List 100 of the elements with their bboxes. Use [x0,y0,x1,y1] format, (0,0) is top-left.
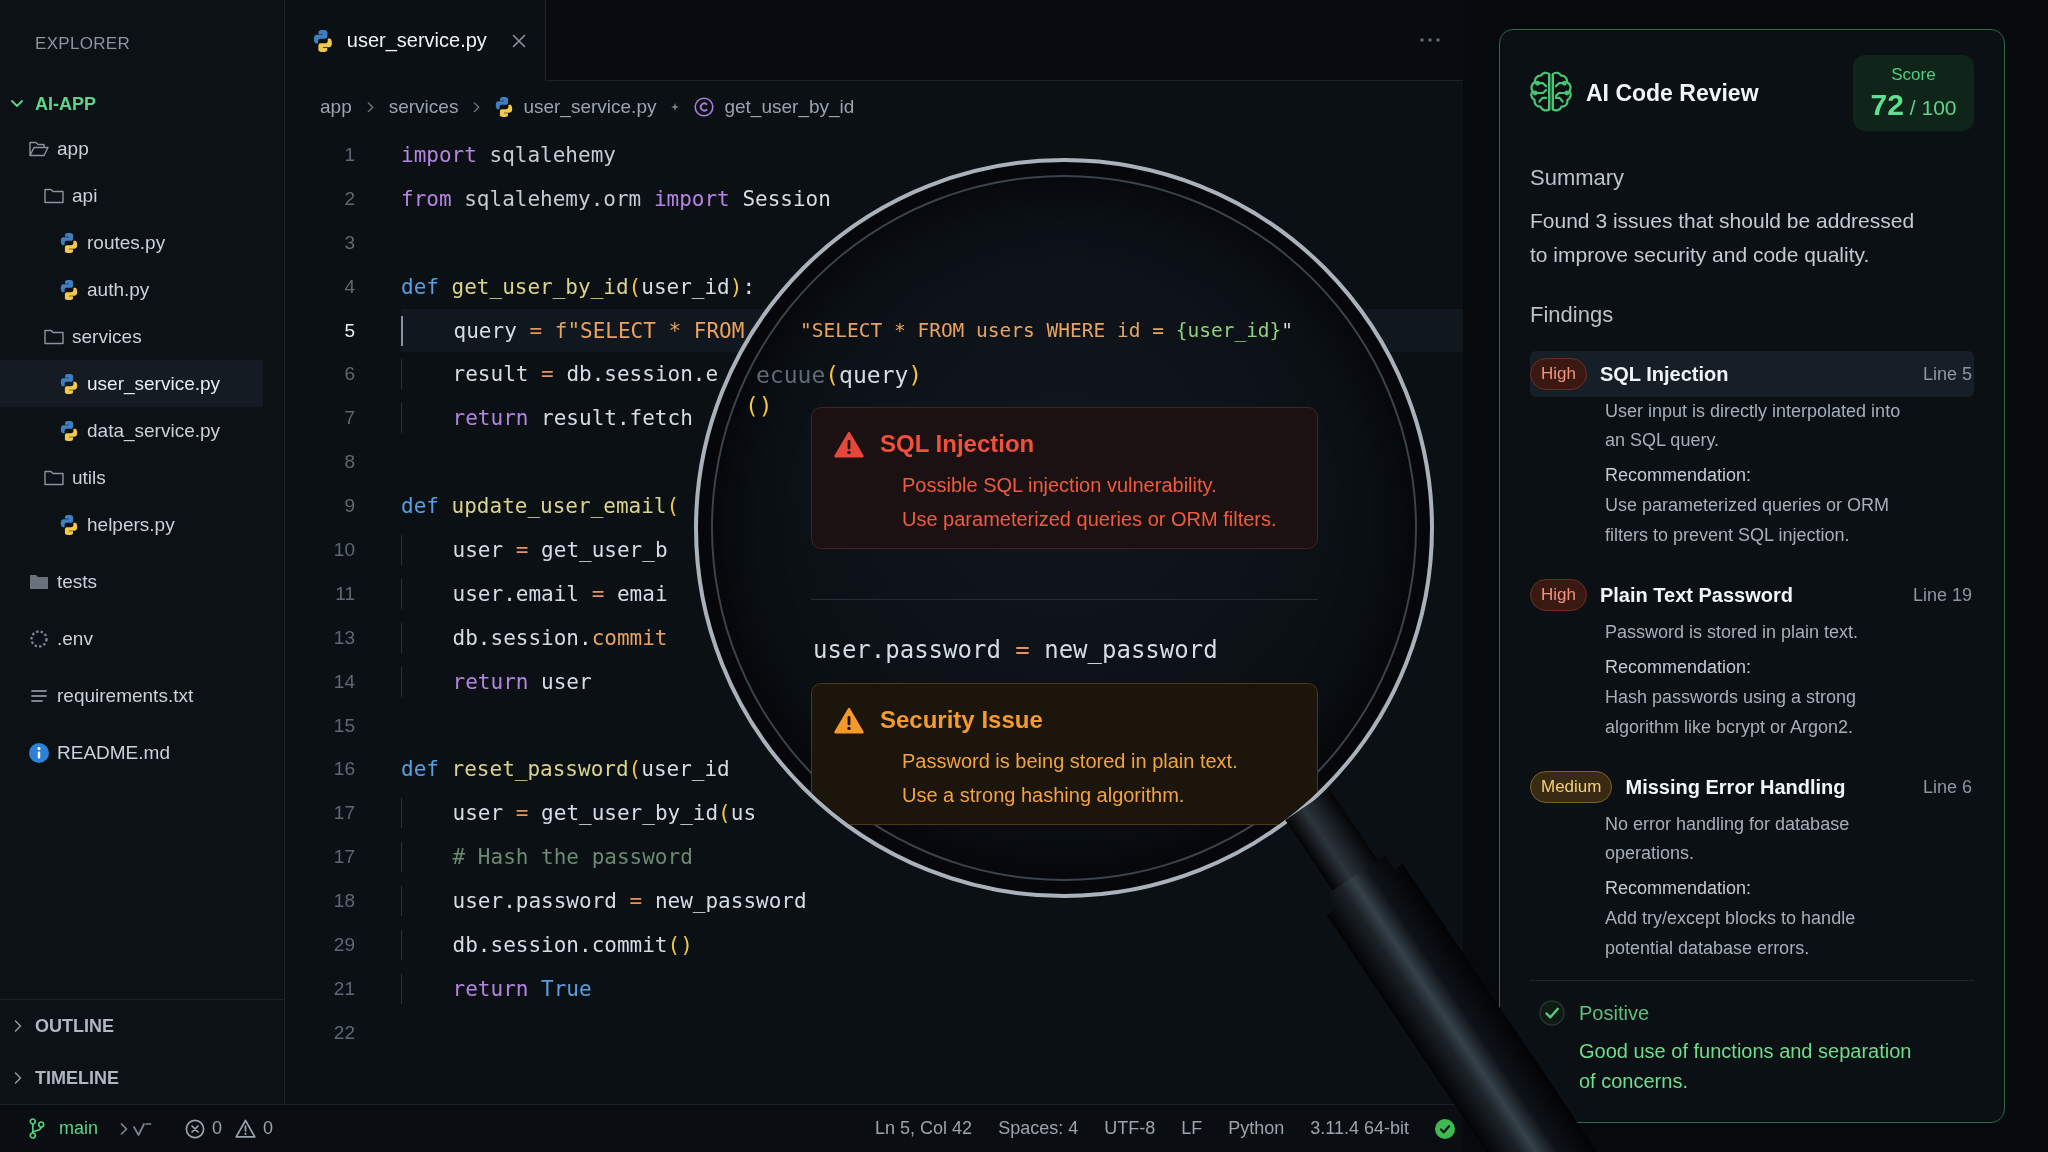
code-line: def get_user_by_id(user_id): [401,273,756,301]
breadcrumb-item[interactable]: services [388,96,459,118]
check-circle-icon [1435,1118,1455,1139]
editor-tab[interactable]: user_service.py [285,0,546,81]
branch-button[interactable]: main [29,1118,98,1139]
issue-title: SQL Injection [880,429,1035,459]
chevron-down-icon[interactable] [11,100,23,108]
error-count: 0 [212,1118,223,1139]
chevron-check-icon[interactable] [120,1120,152,1137]
project-header[interactable]: AI-APP [11,84,96,124]
info-icon [29,742,49,763]
line-number: 22 [333,1020,355,1045]
line-reference[interactable]: Line 19 [1912,584,1972,606]
line-number: 18 [333,889,355,914]
code-line: user = get_user_by_id(us [401,798,757,829]
section-header[interactable]: TIMELINE [0,1052,119,1104]
recommendation-text: Add try/except blocks to handle potential database errors. [1605,907,1856,960]
more-icon[interactable] [1420,38,1440,42]
magnified-code-line: ecuue(query) [756,361,923,390]
severity-badge: High [1530,358,1587,390]
finding-description: Password is stored in plain text. [1605,621,1859,644]
finding-title: SQL Injection [1599,362,1729,386]
chevron-right-icon[interactable] [14,1072,22,1084]
section-heading: Findings [1530,301,1614,329]
severity-badge: High [1530,579,1587,611]
severity-badge: Medium [1530,771,1613,803]
status-item[interactable]: LF [1181,1118,1203,1139]
line-number: 1 [344,142,355,167]
python-icon [495,97,514,117]
issue-message: Use a strong hashing algorithm. [902,783,1186,808]
tree-item[interactable]: auth.py [0,266,263,313]
line-number: 6 [344,362,355,387]
section-heading: Summary [1530,164,1625,192]
code-line: user.password = new_password [401,886,807,917]
breadcrumb-item[interactable]: get_user_by_id [694,96,855,118]
line-number: 4 [344,274,355,299]
status-item[interactable]: Ln 5, Col 42 [875,1118,973,1139]
magnified-code-line: "SELECT * FROM users WHERE id = {user_id}" [800,318,1294,344]
line-number: 15 [333,713,355,738]
code-line: result = db.session.e [401,359,719,390]
magnified-code-line: () [745,392,773,421]
line-reference[interactable]: Line 6 [1922,776,1972,798]
tree-item[interactable]: requirements.txt [0,672,263,719]
line-number: 7 [344,406,355,431]
code-line: return result.fetch [401,403,693,434]
positive-text: Good use of functions and separation of concerns. [1579,1039,1912,1094]
tree-item[interactable]: .env [0,615,263,662]
line-number: 2 [344,186,355,211]
tree-item[interactable]: user_service.py [0,360,263,407]
python-icon [60,279,78,300]
line-number: 8 [344,450,355,475]
line-number: 11 [335,581,355,606]
code-line: query = f"SELECT * FROM [401,315,745,346]
status-item[interactable]: Spaces: 4 [998,1118,1079,1139]
code-line: return user [401,666,592,697]
code-line: user.email = emai [401,578,668,609]
line-number: 14 [333,669,355,694]
close-icon[interactable] [511,33,526,48]
code-line: return True [401,973,592,1004]
tree-item[interactable]: utils [0,454,263,501]
python-icon [60,420,78,441]
tree-item[interactable]: helpers.py [0,501,263,548]
tree-item[interactable]: api [0,172,263,219]
finding-description: User input is directly interpolated into an SQL query. [1605,400,1901,452]
symbol-icon [694,97,715,117]
line-number: 21 [333,976,355,1001]
tree-item[interactable]: app [0,125,263,172]
finding-title: Plain Text Password [1599,583,1793,607]
recommendation-label: Recommendation: [1605,656,1752,679]
lines-icon [31,688,47,703]
line-number: 13 [333,625,355,650]
warning-icon [834,706,864,734]
breadcrumb-item[interactable]: app [320,96,352,118]
branch-icon[interactable] [29,1118,45,1139]
warning-icon [834,430,864,458]
tree-item[interactable]: routes.py [0,219,263,266]
python-icon [60,232,78,253]
issue-message: Possible SQL injection vulnerability. [902,473,1218,498]
line-number: 29 [333,932,355,957]
python-icon [60,514,78,535]
line-number: 17 [333,801,355,826]
explorer-title: EXPLORER [35,33,130,55]
line-reference[interactable]: Line 5 [1922,363,1972,385]
recommendation-text: Hash passwords using a strong algorithm like bcrypt or Argon2. [1605,686,1857,739]
code-line: # Hash the password [401,842,693,873]
finding-title: Missing Error Handling [1625,775,1846,799]
tree-item[interactable]: README.md [0,729,263,776]
status-item[interactable]: 3.11.4 64-bit [1310,1118,1409,1139]
panel-title: AI Code Review [1586,79,1759,107]
tree-item[interactable]: services [0,313,263,360]
status-item[interactable]: UTF-8 [1104,1118,1156,1139]
tree-item[interactable]: tests [0,558,263,605]
chevron-right-icon[interactable] [14,1020,22,1032]
tree-item[interactable]: data_service.py [0,407,263,454]
status-item[interactable]: Python [1228,1118,1285,1139]
finding-description: No error handling for database operations. [1605,813,1850,865]
line-number: 3 [344,230,355,255]
breadcrumb-item[interactable]: user_service.py [495,96,657,118]
line-number: 10 [333,537,355,562]
section-header[interactable]: OUTLINE [0,1000,114,1052]
